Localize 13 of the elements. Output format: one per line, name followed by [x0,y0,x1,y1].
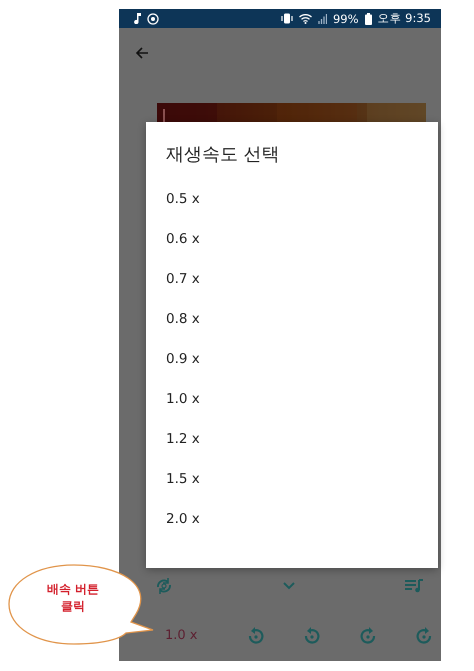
speed-option[interactable]: 0.5 x [166,191,200,207]
speed-option[interactable]: 0.9 x [166,351,200,367]
speed-option[interactable]: 1.5 x [166,471,200,487]
speed-option[interactable]: 1.0 x [166,391,200,407]
speed-option[interactable]: 2.0 x [166,511,200,527]
battery-percent: 99% [332,12,359,26]
speed-option[interactable]: 0.8 x [166,311,200,327]
speed-option[interactable]: 0.6 x [166,231,200,247]
annotation-text: 배속 버튼 클릭 [46,581,100,615]
speed-option[interactable]: 0.7 x [166,271,200,287]
clock-time: 오후 9:35 [378,11,431,26]
speed-option[interactable]: 1.2 x [166,431,200,447]
dialog-title: 재생속도 선택 [166,143,281,167]
